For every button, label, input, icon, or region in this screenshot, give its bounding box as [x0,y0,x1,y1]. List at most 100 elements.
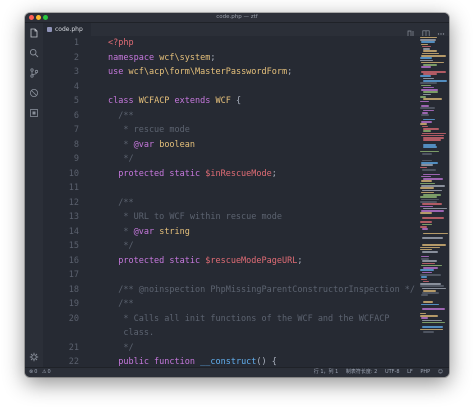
feedback-icon[interactable]: ☺ [438,368,443,377]
minimap-line [422,216,444,219]
line-number: 13 [68,212,79,222]
code-line[interactable]: 13 * URL to WCF within rescue mode [43,210,419,225]
code-text: protected static $inRescueMode; [108,169,277,179]
files-icon[interactable] [29,28,39,38]
search-icon[interactable] [29,48,39,58]
code-token: class. [108,328,155,338]
code-token: ; [210,52,216,63]
code-token: * [108,226,134,237]
minimap-line [420,123,427,125]
code-line[interactable]: 11 [43,181,419,196]
line-number: 10 [68,168,79,179]
code-line[interactable]: 4 [43,80,419,95]
code-token: */ [108,154,134,164]
code-line[interactable]: 12 /** [43,196,419,211]
minimap-line [422,260,437,262]
encoding-setting[interactable]: UTF-8 [385,368,400,377]
code-token: /** [108,197,134,208]
code-token: */ [108,342,134,353]
code-line[interactable]: 1 <?php [43,36,419,51]
minimap-line [422,321,445,324]
source-control-icon[interactable] [29,68,39,78]
code-line[interactable]: 9 */ [43,152,419,167]
minimap[interactable] [419,36,449,368]
code-token: <?php [108,38,134,48]
code-token: /** [108,299,134,309]
line-number: 11 [68,183,79,193]
activity-bar [25,23,43,368]
warnings-status[interactable]: ⚠0 [42,369,51,375]
code-line[interactable]: class. [43,326,419,341]
code-line[interactable]: 19 /** [43,297,419,312]
code-token: extends [169,96,216,106]
code-token: ; [297,255,303,266]
line-number: 21 [68,342,79,353]
minimap-line [420,196,437,198]
language-mode[interactable]: PHP [420,368,430,377]
minimap-line [422,262,435,265]
code-line[interactable]: 5 class WCFACP extends WCF { [43,94,419,109]
code-line[interactable]: 8 * @var boolean [43,138,419,153]
line-number: 7 [73,125,79,135]
eol-setting[interactable]: LF [407,368,413,377]
settings-gear-icon[interactable] [29,352,39,362]
code-line[interactable]: 7 * rescue mode [43,123,419,138]
line-number: 9 [73,154,79,164]
cursor-position[interactable]: 行 1，列 1 [314,368,339,377]
code-line[interactable]: 18 /** @noinspection PhpMissingParentCon… [43,283,419,298]
code-line[interactable]: 3 use wcf\acp\form\MasterPasswordForm; [43,65,419,80]
code-line[interactable]: 21 */ [43,341,419,356]
tab-bar: code.php [43,23,449,38]
minimap-line [422,228,428,230]
code-token: $inRescueMode [205,168,272,179]
code-text: * rescue mode [108,125,190,135]
code-token: wcf\acp\form\MasterPasswordForm [128,67,288,77]
code-token: ; [287,67,293,77]
indentation-setting[interactable]: 制表符长度: 2 [346,368,377,377]
code-line[interactable]: 10 protected static $inRescueMode; [43,167,419,182]
code-text: * Calls all init functions of the WCF an… [108,314,389,324]
code-text: class WCFACP extends WCF { [108,96,241,106]
minimap-line [421,66,431,68]
code-text: /** [108,111,133,121]
minimap-line [421,84,431,87]
code-editor[interactable]: 1 <?php 2 namespace wcf\system; 3 use wcf\acp… [43,36,419,368]
minimap-line [420,57,432,59]
tab-code-php[interactable]: code.php [43,23,91,36]
minimap-line [423,91,438,94]
debug-icon[interactable] [29,88,39,98]
code-token: use [108,67,129,77]
code-token: namespace [108,52,160,63]
line-number: 5 [73,96,79,106]
minimap-line [421,276,427,278]
minimap-line [422,189,442,192]
code-line[interactable]: 14 * @var string [43,225,419,240]
minimap-line [421,41,435,43]
code-line[interactable]: 6 /** [43,109,419,124]
code-token: WCFACP [138,96,170,106]
errors-status[interactable]: ⊗0 [29,369,37,375]
line-number: 17 [68,270,79,280]
minimap-line [423,146,437,148]
minimap-line [420,212,432,214]
code-line[interactable]: 16 protected static $rescueModePageURL; [43,254,419,269]
code-token: /** @noinspection PhpMissingParentConstr… [108,284,416,295]
code-token: WCF [215,96,231,106]
minimap-line [421,43,428,46]
minimap-line [420,75,431,78]
code-line[interactable]: 17 [43,268,419,283]
line-number: 18 [68,284,79,295]
code-line[interactable]: 15 */ [43,239,419,254]
code-text: * @var boolean [108,140,195,150]
code-text: */ [108,241,133,251]
minimap-line [421,278,427,281]
minimap-line [423,139,441,141]
code-line[interactable]: 2 namespace wcf\system; [43,51,419,66]
line-number: 20 [68,313,79,324]
minimap-line [422,244,446,246]
extensions-icon[interactable] [29,108,39,118]
code-line[interactable]: 20 * Calls all init functions of the WCF… [43,312,419,327]
code-text: */ [108,342,134,353]
code-text: /** [108,299,134,309]
minimap-line [423,301,433,303]
